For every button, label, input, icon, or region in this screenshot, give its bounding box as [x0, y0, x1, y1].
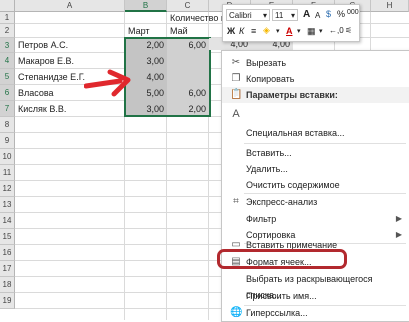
menu-item-pick-list[interactable]: Выбрать из раскрывающегося списка...	[222, 271, 409, 300]
value-cell[interactable]: 3,00	[125, 101, 167, 117]
chevron-down-icon[interactable]: ▾	[263, 10, 267, 22]
menu-label: Специальная вставка...	[246, 128, 345, 138]
font-name-box[interactable]: Calibri ▾	[226, 9, 270, 21]
menu-item-insert[interactable]: Вставить...	[222, 145, 409, 161]
shrink-font-icon[interactable]: A	[315, 11, 320, 20]
spreadsheet: A B C D E F G H 123456789101112131415161…	[0, 0, 409, 322]
row-header[interactable]: 3	[0, 38, 15, 53]
fill-color-icon[interactable]: ◈	[263, 25, 270, 36]
highlight-format-cells	[217, 249, 347, 269]
menu-separator	[244, 143, 406, 144]
red-arrow-icon	[84, 69, 131, 97]
percent-icon[interactable]: %	[337, 9, 345, 19]
row-header[interactable]: 10	[0, 149, 15, 165]
thousands-separator-icon[interactable]: 000	[347, 9, 359, 16]
column-header-a[interactable]: A	[15, 0, 125, 12]
menu-item-filter[interactable]: Фильтр ▶	[222, 211, 409, 227]
value-cell[interactable]: 2,00	[167, 101, 209, 117]
scissors-icon: ✂	[231, 57, 241, 68]
menu-label: Параметры вставки:	[246, 90, 338, 100]
menu-item-clear[interactable]: Очистить содержимое	[222, 177, 409, 193]
bold-button[interactable]: Ж	[227, 26, 235, 36]
currency-format-icon[interactable]: $	[326, 9, 331, 19]
menu-item-cut[interactable]: ✂ Вырезать	[222, 55, 409, 71]
row-header[interactable]: 9	[0, 133, 15, 149]
menu-label: Присвоить имя...	[246, 291, 317, 301]
row-header[interactable]: 16	[0, 245, 15, 261]
clipboard-icon: 📋	[230, 89, 243, 100]
value-cell[interactable]: 3,00	[125, 53, 167, 69]
row-header[interactable]: 1	[0, 12, 15, 24]
chevron-down-icon[interactable]: ▾	[297, 27, 301, 35]
row-header[interactable]: 18	[0, 277, 15, 293]
font-name: Calibri	[229, 11, 252, 20]
menu-label: Фильтр	[246, 214, 277, 224]
row-header[interactable]: 12	[0, 181, 15, 197]
header-quantity: Количество м	[170, 13, 227, 23]
row-header[interactable]: 6	[0, 85, 15, 101]
menu-item-quick-analysis[interactable]: ⌗ Экспресс-анализ	[222, 194, 409, 210]
font-size-box[interactable]: 11 ▾	[272, 9, 298, 21]
font-color-icon[interactable]: A	[286, 26, 293, 36]
column-header-h[interactable]: H	[371, 0, 409, 12]
name-cell[interactable]: Кисляк В.В.	[15, 101, 125, 117]
copy-icon: ❐	[231, 73, 241, 84]
value-cell[interactable]: 6,00	[167, 38, 209, 53]
name-cell[interactable]: Макаров Е.В.	[15, 53, 125, 69]
menu-label: Удалить...	[246, 164, 288, 174]
month-mar: Март	[128, 26, 150, 36]
paste-option-button[interactable]: A	[222, 105, 409, 125]
font-size: 11	[275, 11, 284, 20]
select-all-corner[interactable]	[0, 0, 15, 12]
menu-label: Экспресс-анализ	[246, 197, 318, 207]
menu-label: Гиперссылка...	[246, 308, 308, 318]
italic-button[interactable]: К	[239, 26, 244, 36]
row-header[interactable]: 2	[0, 24, 15, 38]
hyperlink-icon: 🌐	[230, 307, 243, 318]
row-header[interactable]: 15	[0, 229, 15, 245]
menu-item-paste-special[interactable]: Специальная вставка...	[222, 125, 409, 141]
quick-analysis-icon: ⌗	[233, 196, 239, 207]
menu-item-hyperlink[interactable]: 🌐 Гиперссылка...	[222, 305, 409, 321]
menu-label: Вставить...	[246, 148, 292, 158]
chevron-down-icon[interactable]: ▾	[291, 10, 295, 22]
value-cell[interactable]: 2,00	[125, 38, 167, 53]
row-header[interactable]: 5	[0, 69, 15, 85]
chevron-down-icon[interactable]: ▾	[319, 27, 323, 35]
column-header-c[interactable]: C	[167, 0, 209, 12]
row-header[interactable]: 13	[0, 197, 15, 213]
borders-icon[interactable]: ▦	[307, 26, 316, 37]
row-header[interactable]: 4	[0, 53, 15, 69]
align-center-icon[interactable]: ≡	[251, 26, 256, 36]
month-may: Май	[170, 26, 188, 36]
grow-font-icon[interactable]: A	[303, 9, 310, 20]
row-header[interactable]: 14	[0, 213, 15, 229]
row-header[interactable]: 7	[0, 101, 15, 117]
paste-icon: A	[232, 108, 240, 120]
paste-options-header: 📋 Параметры вставки:	[222, 87, 409, 103]
format-painter-icon[interactable]: ⚟	[345, 26, 352, 35]
menu-label: Вырезать	[246, 58, 287, 68]
submenu-arrow-icon: ▶	[395, 214, 402, 223]
column-header-b[interactable]: B	[125, 0, 167, 12]
menu-label: Очистить содержимое	[246, 180, 340, 190]
name-cell[interactable]: Петров А.С.	[15, 38, 125, 53]
row-header[interactable]: 8	[0, 117, 15, 133]
decrease-decimal-icon[interactable]: ←,0	[329, 26, 344, 35]
menu-label: Копировать	[246, 74, 295, 84]
value-cell[interactable]: 6,00	[167, 85, 209, 101]
row-header[interactable]: 19	[0, 293, 15, 309]
row-header[interactable]: 17	[0, 261, 15, 277]
menu-item-delete[interactable]: Удалить...	[222, 161, 409, 177]
context-menu: ✂ Вырезать ❐ Копировать 📋 Параметры вставки…	[221, 50, 409, 322]
row-header[interactable]: 11	[0, 165, 15, 181]
chevron-down-icon[interactable]: ▾	[276, 27, 280, 35]
mini-toolbar: Calibri ▾ 11 ▾ A A $ % 000 Ж К ≡ ◈ ▾ A ▾ ▦…	[222, 4, 360, 42]
menu-item-copy[interactable]: ❐ Копировать	[222, 71, 409, 87]
menu-item-define-name[interactable]: Присвоить имя...	[222, 288, 409, 304]
